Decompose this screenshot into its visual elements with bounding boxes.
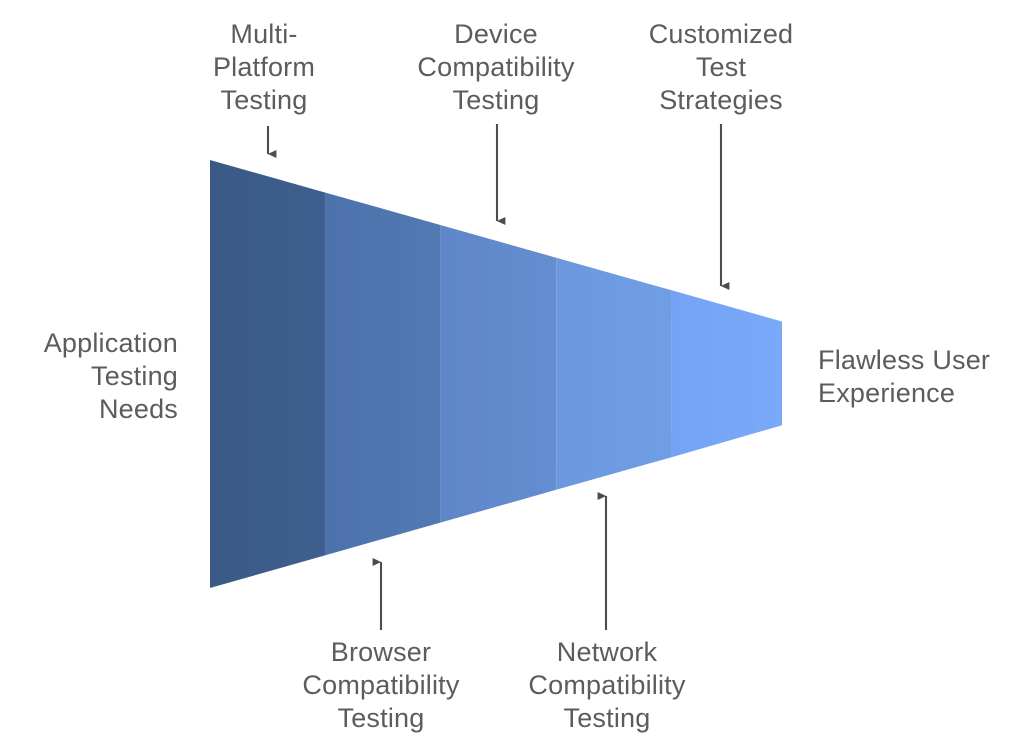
funnel-diagram: Multi- Platform Testing Device Compatibi… bbox=[0, 0, 1024, 748]
funnel-segment-1 bbox=[210, 160, 326, 588]
funnel-segment-2 bbox=[325, 192, 441, 556]
funnel-segment-3 bbox=[440, 225, 557, 523]
funnel-label-stage-2: Browser Compatibility Testing bbox=[302, 637, 460, 733]
funnel-label-stage-3: Device Compatibility Testing bbox=[417, 19, 575, 115]
funnel-input-label: Application Testing Needs bbox=[43, 328, 178, 424]
funnel-segment-5 bbox=[671, 290, 782, 458]
funnel-segment-4 bbox=[556, 257, 672, 490]
funnel-label-stage-5: Customized Test Strategies bbox=[648, 19, 794, 115]
funnel-output-label: Flawless User Experience bbox=[818, 345, 991, 408]
funnel-segments bbox=[210, 160, 782, 588]
funnel-label-stage-1: Multi- Platform Testing bbox=[212, 19, 316, 115]
funnel-label-stage-4: Network Compatibility Testing bbox=[528, 637, 686, 733]
